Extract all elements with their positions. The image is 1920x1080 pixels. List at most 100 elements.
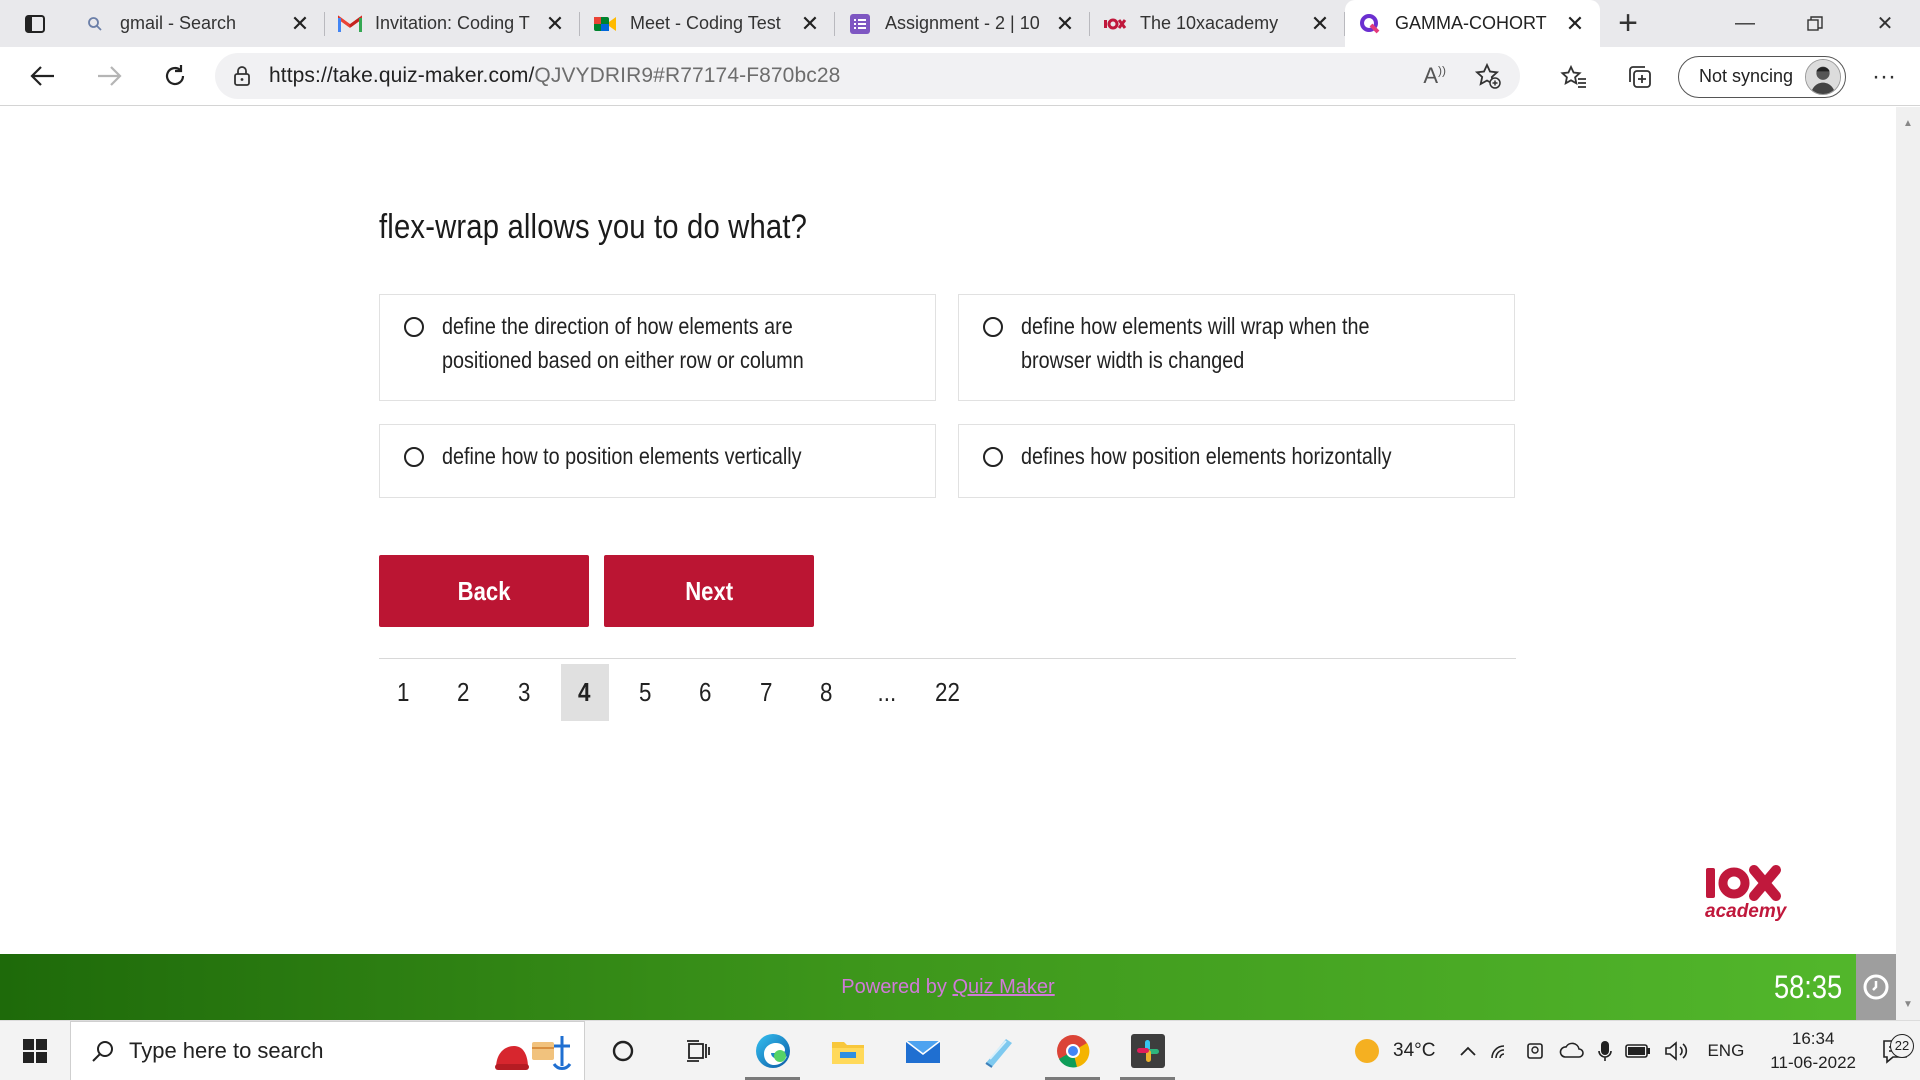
tab-gamma-cohort[interactable]: GAMMA-COHORT ✕ <box>1345 0 1600 47</box>
answer-option-3[interactable]: define how to position elements vertical… <box>379 424 936 498</box>
scroll-up-icon[interactable]: ▲ <box>1896 113 1920 133</box>
tab-assignment-form[interactable]: Assignment - 2 | 10 ✕ <box>835 0 1090 47</box>
microphone-icon[interactable] <box>1591 1039 1619 1063</box>
powered-by: Powered by Quiz Maker <box>841 976 1055 998</box>
volume-icon[interactable] <box>1657 1040 1695 1062</box>
back-button[interactable]: Back <box>379 555 589 627</box>
chrome-icon[interactable] <box>1035 1021 1110 1080</box>
chevron-up-icon[interactable] <box>1453 1045 1483 1057</box>
tab-title: The 10xacademy <box>1140 13 1279 33</box>
profile-button[interactable]: Not syncing <box>1677 55 1846 98</box>
slack-icon[interactable] <box>1110 1021 1185 1080</box>
page-ellipsis: ... <box>877 677 897 707</box>
scroll-down-icon[interactable]: ▼ <box>1896 994 1920 1014</box>
wifi-icon[interactable] <box>1483 1040 1519 1062</box>
onedrive-icon[interactable] <box>1553 1041 1591 1061</box>
answer-option-1[interactable]: define the direction of how elements are… <box>379 294 936 401</box>
favorites-icon[interactable] <box>1560 63 1588 91</box>
read-aloud-icon[interactable]: A)) <box>1423 63 1446 89</box>
radio-button[interactable] <box>983 317 1003 337</box>
notification-center-button[interactable]: 22 <box>1870 1033 1920 1064</box>
page-link-current[interactable]: 4 <box>560 664 609 721</box>
page-scrollbar[interactable]: ▲ ▼ <box>1896 107 1920 1020</box>
tab-gmail-invitation[interactable]: Invitation: Coding T ✕ <box>325 0 580 47</box>
more-options-button[interactable]: ··· <box>1858 63 1910 91</box>
close-tab-icon[interactable]: ✕ <box>797 11 823 37</box>
pagination: 1 2 3 4 5 6 7 8 ... 22 <box>379 664 984 721</box>
page-link-2[interactable]: 2 <box>440 664 488 721</box>
cortana-icon[interactable] <box>585 1021 660 1080</box>
tab-meet[interactable]: Meet - Coding Test ✕ <box>580 0 835 47</box>
file-explorer-icon[interactable] <box>810 1021 885 1080</box>
forms-icon <box>847 11 873 37</box>
answer-option-4[interactable]: defines how position elements horizontal… <box>958 424 1515 498</box>
page-link-8[interactable]: 8 <box>803 664 851 721</box>
tab-gmail-search[interactable]: gmail - Search ✕ <box>70 0 325 47</box>
collections-icon[interactable] <box>1626 63 1654 91</box>
close-tab-icon[interactable]: ✕ <box>287 11 313 37</box>
refresh-button[interactable] <box>142 47 208 106</box>
tab-title: Invitation: Coding T <box>375 13 530 33</box>
task-view-icon[interactable] <box>660 1021 735 1080</box>
meeting-icon[interactable] <box>1519 1040 1553 1062</box>
browser-tab-bar: gmail - Search ✕ Invitation: Coding T ✕ … <box>0 0 1920 47</box>
close-tab-icon[interactable]: ✕ <box>542 11 568 37</box>
new-tab-button[interactable]: + <box>1600 0 1656 47</box>
close-tab-icon[interactable]: ✕ <box>1562 11 1588 37</box>
mail-icon[interactable] <box>885 1021 960 1080</box>
input-language[interactable]: ENG <box>1701 1041 1750 1061</box>
weather-temperature[interactable]: 34°C <box>1387 1040 1441 1062</box>
windows-logo-icon <box>23 1038 47 1063</box>
close-window-icon[interactable]: ✕ <box>1850 0 1920 47</box>
page-link-3[interactable]: 3 <box>500 664 548 721</box>
tab-10xacademy[interactable]: The 10xacademy ✕ <box>1090 0 1345 47</box>
search-icon <box>82 11 108 37</box>
quiz-maker-link[interactable]: Quiz Maker <box>952 976 1054 998</box>
system-clock[interactable]: 16:34 11-06-2022 <box>1756 1027 1870 1075</box>
profile-label: Not syncing <box>1698 66 1793 86</box>
notepad-icon[interactable] <box>960 1021 1035 1080</box>
add-favorite-icon[interactable] <box>1474 62 1502 90</box>
arrow-left-icon <box>30 66 54 86</box>
radio-button[interactable] <box>983 447 1003 467</box>
url-text: https://take.quiz-maker.com/QJVYDRIR9#R7… <box>269 64 840 88</box>
weather-sun-icon[interactable] <box>1347 1037 1387 1065</box>
page-link-last[interactable]: 22 <box>924 664 972 721</box>
pagination-divider <box>379 658 1516 659</box>
tab-actions-icon <box>25 14 45 33</box>
back-nav-button[interactable] <box>10 47 76 106</box>
edge-browser-icon[interactable] <box>735 1021 810 1080</box>
minimize-icon[interactable]: — <box>1710 0 1780 47</box>
close-tab-icon[interactable]: ✕ <box>1052 11 1078 37</box>
question-text: flex-wrap allows you to do what? <box>379 208 808 246</box>
10x-academy-logo: academy <box>1700 862 1800 924</box>
clock-icon <box>1856 954 1896 1020</box>
page-link-6[interactable]: 6 <box>682 664 730 721</box>
search-icon <box>92 1040 113 1062</box>
tab-actions-button[interactable] <box>0 0 70 47</box>
browser-toolbar: https://take.quiz-maker.com/QJVYDRIR9#R7… <box>0 47 1920 106</box>
page-link-1[interactable]: 1 <box>379 664 427 721</box>
restore-icon[interactable] <box>1780 0 1850 47</box>
next-button[interactable]: Next <box>604 555 814 627</box>
clock-time: 16:34 <box>1791 1028 1835 1048</box>
page-link-7[interactable]: 7 <box>742 664 790 721</box>
answer-option-2[interactable]: define how elements will wrap when the b… <box>958 294 1515 401</box>
address-bar[interactable]: https://take.quiz-maker.com/QJVYDRIR9#R7… <box>215 53 1520 99</box>
page-link-5[interactable]: 5 <box>621 664 669 721</box>
forward-nav-button[interactable] <box>76 47 142 106</box>
windows-taskbar: Type here to search 34°C ENG 16:34 11-06… <box>0 1020 1920 1080</box>
taskbar-search[interactable]: Type here to search <box>70 1020 585 1080</box>
close-tab-icon[interactable]: ✕ <box>1307 11 1333 37</box>
radio-button[interactable] <box>404 317 424 337</box>
quiz-page <box>0 107 1896 954</box>
avatar <box>1805 58 1841 95</box>
start-button[interactable] <box>0 1021 70 1080</box>
window-controls: — ✕ <box>1710 0 1920 47</box>
battery-icon[interactable] <box>1619 1043 1657 1059</box>
lock-icon <box>234 66 250 86</box>
timer-value: 58:35 <box>1774 968 1843 1005</box>
svg-text:academy: academy <box>1705 901 1788 922</box>
url-path: QJVYDRIR9#R77174-F870bc28 <box>534 64 841 87</box>
radio-button[interactable] <box>404 447 424 467</box>
